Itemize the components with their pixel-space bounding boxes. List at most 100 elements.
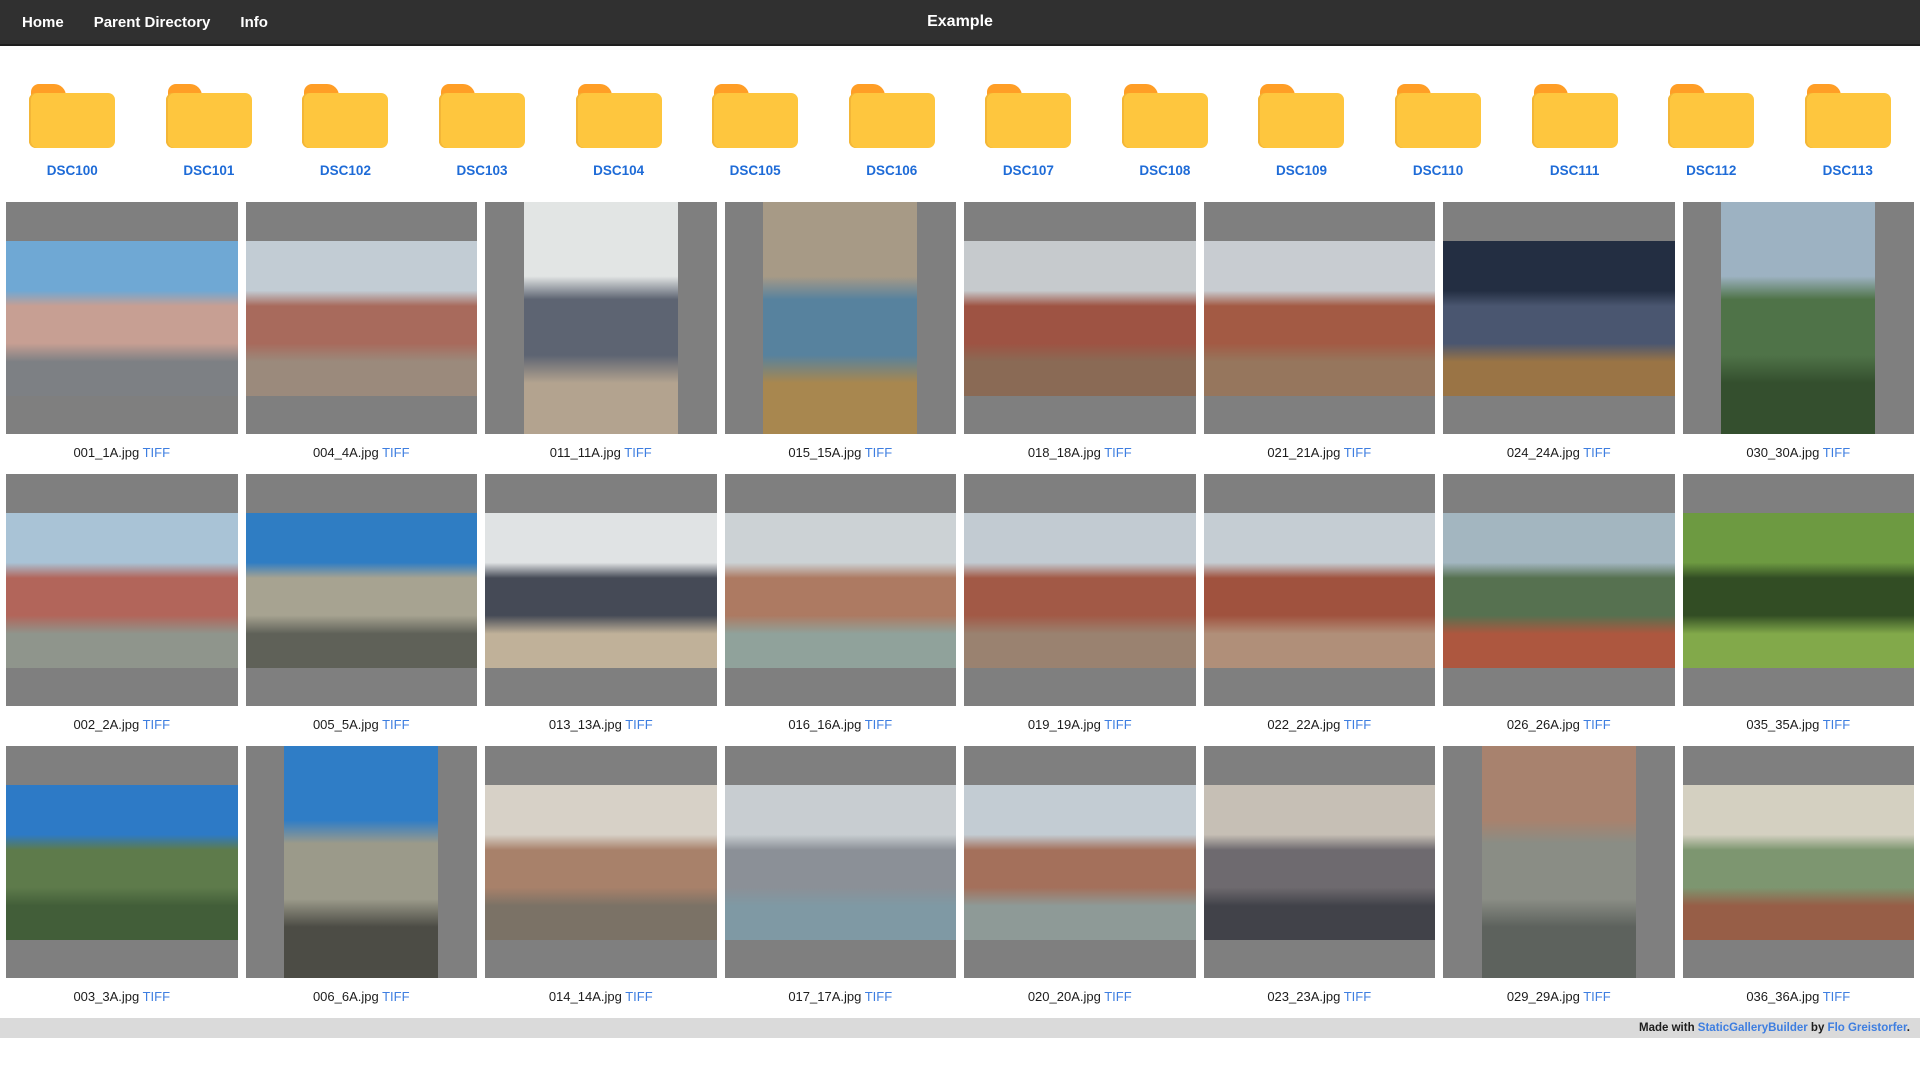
nav-bar: Home Parent Directory Info Example: [0, 0, 1920, 46]
tiff-link[interactable]: TIFF: [143, 717, 170, 732]
tiff-link[interactable]: TIFF: [1344, 717, 1371, 732]
folder-item[interactable]: DSC111: [1506, 84, 1643, 178]
tiff-link[interactable]: TIFF: [1104, 989, 1131, 1004]
thumbnail-figure: 022_22A.jpg TIFF: [1204, 474, 1436, 746]
photo-thumbnail[interactable]: [964, 785, 1196, 940]
tiff-link[interactable]: TIFF: [625, 989, 652, 1004]
photo-thumbnail[interactable]: [6, 241, 238, 396]
nav-item-info[interactable]: Info: [240, 14, 268, 31]
tiff-link[interactable]: TIFF: [382, 717, 409, 732]
tiff-link[interactable]: TIFF: [624, 445, 651, 460]
thumbnail-caption: 004_4A.jpg TIFF: [246, 434, 478, 474]
tiff-link[interactable]: TIFF: [1823, 717, 1850, 732]
photo-thumbnail[interactable]: [6, 513, 238, 668]
folder-item[interactable]: DSC112: [1643, 84, 1780, 178]
photo-thumbnail[interactable]: [1482, 746, 1636, 978]
footer-text-suffix: .: [1907, 1022, 1910, 1034]
photo-thumbnail[interactable]: [246, 241, 478, 396]
photo-thumbnail[interactable]: [964, 513, 1196, 668]
tiff-link[interactable]: TIFF: [1823, 445, 1850, 460]
thumbnail-caption: 035_35A.jpg TIFF: [1683, 706, 1915, 746]
folder-item[interactable]: DSC102: [277, 84, 414, 178]
builder-link[interactable]: StaticGalleryBuilder: [1698, 1022, 1808, 1034]
folder-item[interactable]: DSC104: [550, 84, 687, 178]
tiff-link[interactable]: TIFF: [865, 445, 892, 460]
thumbnail-figure: 020_20A.jpg TIFF: [964, 746, 1196, 1018]
thumbnail-caption: 015_15A.jpg TIFF: [725, 434, 957, 474]
tiff-link[interactable]: TIFF: [1583, 445, 1610, 460]
photo-thumbnail[interactable]: [1204, 241, 1436, 396]
photo-thumbnail[interactable]: [725, 513, 957, 668]
thumbnail-caption: 001_1A.jpg TIFF: [6, 434, 238, 474]
tiff-link[interactable]: TIFF: [1344, 445, 1371, 460]
photo-thumbnail[interactable]: [1443, 513, 1675, 668]
thumbnail-figure: 017_17A.jpg TIFF: [725, 746, 957, 1018]
filename-label: 022_22A.jpg: [1267, 717, 1340, 732]
photo-thumbnail[interactable]: [524, 202, 678, 434]
photo-thumbnail[interactable]: [1683, 785, 1915, 940]
filename-label: 026_26A.jpg: [1507, 717, 1580, 732]
photo-thumbnail[interactable]: [485, 785, 717, 940]
folder-item[interactable]: DSC113: [1780, 84, 1917, 178]
nav-item-home[interactable]: Home: [22, 14, 64, 31]
tiff-link[interactable]: TIFF: [625, 717, 652, 732]
folder-body-shape: [576, 93, 662, 148]
tiff-link[interactable]: TIFF: [143, 989, 170, 1004]
folder-body-shape: [439, 93, 525, 148]
photo-thumbnail[interactable]: [1721, 202, 1875, 434]
thumbnail-caption: 026_26A.jpg TIFF: [1443, 706, 1675, 746]
photo-thumbnail[interactable]: [485, 513, 717, 668]
photo-thumbnail[interactable]: [246, 513, 478, 668]
thumbnail-cell: [1443, 202, 1675, 434]
photo-thumbnail[interactable]: [1443, 241, 1675, 396]
folder-icon: [1668, 84, 1754, 148]
footer-text-middle: by: [1808, 1022, 1828, 1034]
folder-item[interactable]: DSC109: [1233, 84, 1370, 178]
folder-icon: [439, 84, 525, 148]
photo-thumbnail[interactable]: [1683, 513, 1915, 668]
photo-thumbnail[interactable]: [725, 785, 957, 940]
thumbnail-cell: [1683, 202, 1915, 434]
tiff-link[interactable]: TIFF: [1104, 717, 1131, 732]
folder-item[interactable]: DSC100: [4, 84, 141, 178]
folder-item[interactable]: DSC107: [960, 84, 1097, 178]
tiff-link[interactable]: TIFF: [143, 445, 170, 460]
folder-item[interactable]: DSC106: [823, 84, 960, 178]
author-link[interactable]: Flo Greistorfer: [1828, 1022, 1907, 1034]
thumbnail-figure: 035_35A.jpg TIFF: [1683, 474, 1915, 746]
thumbnail-cell: [6, 474, 238, 706]
folder-icon: [849, 84, 935, 148]
tiff-link[interactable]: TIFF: [382, 989, 409, 1004]
photo-thumbnail[interactable]: [964, 241, 1196, 396]
tiff-link[interactable]: TIFF: [865, 989, 892, 1004]
tiff-link[interactable]: TIFF: [1344, 989, 1371, 1004]
thumbnail-cell: [725, 474, 957, 706]
photo-thumbnail[interactable]: [1204, 513, 1436, 668]
photo-thumbnail[interactable]: [763, 202, 917, 434]
nav-item-parent-directory[interactable]: Parent Directory: [94, 14, 211, 31]
folder-item[interactable]: DSC108: [1097, 84, 1234, 178]
folder-item[interactable]: DSC103: [414, 84, 551, 178]
folder-item[interactable]: DSC105: [687, 84, 824, 178]
thumbnail-caption: 019_19A.jpg TIFF: [964, 706, 1196, 746]
photo-thumbnail[interactable]: [1204, 785, 1436, 940]
thumbnail-caption: 016_16A.jpg TIFF: [725, 706, 957, 746]
tiff-link[interactable]: TIFF: [1104, 445, 1131, 460]
thumbnail-cell: [964, 474, 1196, 706]
folder-icon: [576, 84, 662, 148]
thumbnail-figure: 018_18A.jpg TIFF: [964, 202, 1196, 474]
page-title: Example: [0, 13, 1920, 31]
folder-item[interactable]: DSC101: [141, 84, 278, 178]
folder-body-shape: [166, 93, 252, 148]
tiff-link[interactable]: TIFF: [1583, 717, 1610, 732]
folder-item[interactable]: DSC110: [1370, 84, 1507, 178]
tiff-link[interactable]: TIFF: [382, 445, 409, 460]
photo-thumbnail[interactable]: [6, 785, 238, 940]
tiff-link[interactable]: TIFF: [1583, 989, 1610, 1004]
tiff-link[interactable]: TIFF: [865, 717, 892, 732]
folder-body-shape: [302, 93, 388, 148]
thumbnail-caption: 020_20A.jpg TIFF: [964, 978, 1196, 1018]
tiff-link[interactable]: TIFF: [1823, 989, 1850, 1004]
thumbnail-caption: 021_21A.jpg TIFF: [1204, 434, 1436, 474]
photo-thumbnail[interactable]: [284, 746, 438, 978]
